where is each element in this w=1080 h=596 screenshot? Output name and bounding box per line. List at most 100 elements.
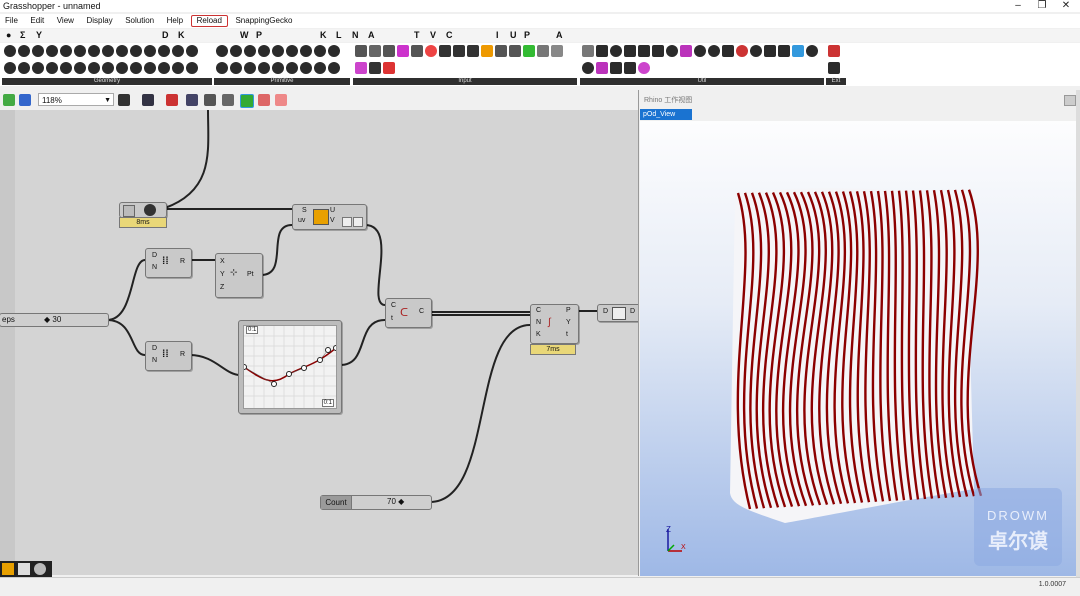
tool-icon[interactable]	[383, 62, 395, 74]
output-pt[interactable]: Pt	[247, 271, 254, 278]
tool-icon[interactable]	[186, 45, 198, 57]
input-y[interactable]: Y	[220, 271, 225, 278]
tool-icon[interactable]	[828, 45, 840, 57]
gh-canvas[interactable]: 8ms S uv U V D N ⁞⁞ R X Y Z ⊹ Pt eps ◆ 3…	[0, 110, 643, 575]
tool-icon[interactable]	[638, 62, 650, 74]
category-tab[interactable]: Y	[36, 29, 42, 42]
output-p[interactable]: P	[566, 307, 571, 314]
tool-icon[interactable]	[736, 45, 748, 57]
input-x[interactable]: X	[220, 258, 225, 265]
save-file-icon[interactable]	[19, 94, 31, 106]
tool-icon[interactable]	[172, 62, 184, 74]
menu-solution[interactable]: Solution	[120, 14, 159, 28]
tool-icon[interactable]	[286, 45, 298, 57]
input-z[interactable]: Z	[220, 284, 224, 291]
tool-icon[interactable]	[764, 45, 776, 57]
tool-icon[interactable]	[355, 45, 367, 57]
wire-display-icon[interactable]	[222, 94, 234, 106]
eraser-tool-icon[interactable]	[34, 563, 46, 575]
menu-edit[interactable]: Edit	[25, 14, 49, 28]
tool-icon[interactable]	[551, 45, 563, 57]
tool-icon[interactable]	[172, 45, 184, 57]
tool-icon[interactable]	[750, 45, 762, 57]
tool-icon[interactable]	[666, 45, 678, 57]
divide-component[interactable]: D N ⁞⁞ R	[145, 341, 192, 371]
slider-value[interactable]: ◆ 30	[44, 315, 61, 324]
tool-icon[interactable]	[60, 45, 72, 57]
sketch-tool-icon[interactable]	[2, 563, 14, 575]
category-tab[interactable]: P	[524, 29, 530, 42]
tool-icon[interactable]	[144, 62, 156, 74]
contour-component[interactable]: C N K ∫ P Y t	[530, 304, 579, 344]
tool-icon[interactable]	[4, 62, 16, 74]
remote-control-icon[interactable]	[258, 94, 270, 106]
category-tab[interactable]: A	[368, 29, 375, 42]
tool-icon[interactable]	[116, 62, 128, 74]
tool-icon[interactable]	[4, 45, 16, 57]
tool-icon[interactable]	[596, 45, 608, 57]
tool-icon[interactable]	[610, 62, 622, 74]
tool-icon[interactable]	[186, 62, 198, 74]
input-d[interactable]: D	[152, 345, 157, 352]
category-tab[interactable]: Σ	[20, 29, 25, 42]
preview-mode-icon[interactable]	[186, 94, 198, 106]
menu-reload[interactable]: Reload	[190, 15, 228, 27]
input-n[interactable]: N	[536, 319, 541, 326]
input-uv[interactable]: uv	[298, 217, 305, 224]
tool-icon[interactable]	[74, 45, 86, 57]
tool-icon[interactable]	[130, 45, 142, 57]
tool-icon[interactable]	[88, 45, 100, 57]
zoom-select[interactable]: 118% ▼	[38, 93, 114, 106]
tool-icon[interactable]	[652, 45, 664, 57]
menu-help[interactable]: Help	[162, 14, 188, 28]
sketch-icon[interactable]	[166, 94, 178, 106]
preview-selected-icon[interactable]	[204, 94, 216, 106]
category-tab[interactable]: L	[336, 29, 342, 42]
input-c[interactable]: C	[536, 307, 541, 314]
input-t[interactable]: t	[391, 315, 393, 322]
tool-icon[interactable]	[272, 62, 284, 74]
tool-icon[interactable]	[481, 45, 493, 57]
divide-component[interactable]: D N ⁞⁞ R	[145, 248, 192, 278]
tool-icon[interactable]	[596, 62, 608, 74]
output-d[interactable]: D	[630, 308, 635, 315]
category-tab[interactable]: P	[256, 29, 262, 42]
graph-area[interactable]: 0:1 0:1	[243, 325, 337, 409]
input-c[interactable]: C	[391, 302, 396, 309]
output-v[interactable]: V	[330, 217, 335, 224]
category-tab[interactable]: U	[510, 29, 517, 42]
category-tab[interactable]: I	[496, 29, 499, 42]
cluster-icon[interactable]	[275, 94, 287, 106]
tool-icon[interactable]	[411, 45, 423, 57]
tool-icon[interactable]	[523, 45, 535, 57]
viewport-menu-button[interactable]	[1064, 95, 1076, 106]
tool-icon[interactable]	[828, 62, 840, 74]
tool-icon[interactable]	[300, 62, 312, 74]
curve-component[interactable]: C t ᑕ C	[385, 298, 432, 328]
tool-icon[interactable]	[383, 45, 395, 57]
menu-file[interactable]: File	[0, 14, 23, 28]
tool-icon[interactable]	[32, 45, 44, 57]
category-tab[interactable]: K	[320, 29, 327, 42]
minimize-button[interactable]: –	[1006, 0, 1030, 12]
tool-icon[interactable]	[286, 62, 298, 74]
menu-view[interactable]: View	[52, 14, 79, 28]
tool-icon[interactable]	[244, 62, 256, 74]
construct-point-component[interactable]: X Y Z ⊹ Pt	[215, 253, 263, 298]
output-r[interactable]: R	[180, 258, 185, 265]
tool-icon[interactable]	[314, 62, 326, 74]
tool-icon[interactable]	[495, 45, 507, 57]
input-d[interactable]: D	[152, 252, 157, 259]
tool-icon[interactable]	[60, 62, 72, 74]
tool-icon[interactable]	[116, 45, 128, 57]
input-d[interactable]: D	[603, 308, 608, 315]
tool-icon[interactable]	[74, 62, 86, 74]
output-c[interactable]: C	[419, 308, 424, 315]
input-s[interactable]: S	[302, 207, 307, 214]
timer-component[interactable]	[119, 202, 167, 218]
tool-icon[interactable]	[272, 45, 284, 57]
tool-icon[interactable]	[537, 45, 549, 57]
tool-icon[interactable]	[18, 62, 30, 74]
tool-icon[interactable]	[258, 45, 270, 57]
tool-icon[interactable]	[18, 45, 30, 57]
